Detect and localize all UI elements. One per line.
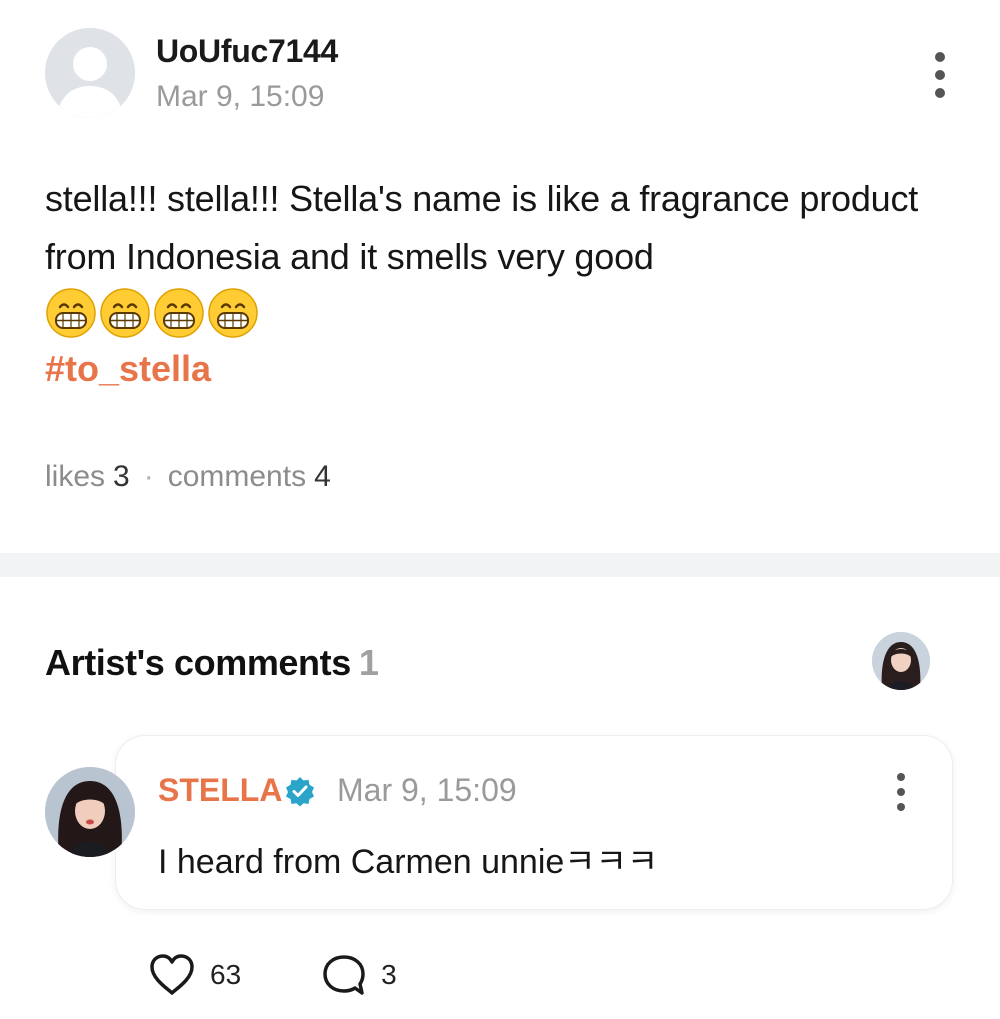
comments-count[interactable]: 4 — [314, 460, 331, 494]
dot — [935, 88, 945, 98]
like-count: 63 — [210, 959, 242, 990]
like-button[interactable]: 63 — [148, 953, 241, 997]
emoji-row — [45, 287, 259, 341]
post-header: UoUfuc7144 Mar 9, 15:09 — [0, 0, 1000, 140]
dot — [897, 788, 905, 796]
artist-avatar-thumbnail[interactable] — [872, 632, 930, 690]
grinning-face-icon — [154, 288, 204, 338]
comment-actions: 63 3 — [148, 950, 397, 1000]
dot — [897, 803, 905, 811]
section-divider — [0, 553, 1000, 577]
reply-button[interactable]: 3 — [321, 953, 397, 997]
artist-comments-title: Artist's comments — [45, 642, 351, 683]
comment-author-name[interactable]: STELLA — [158, 772, 282, 809]
hashtag-link[interactable]: #to_stella — [45, 348, 211, 390]
verified-badge-icon — [286, 777, 314, 807]
likes-label[interactable]: likes — [45, 460, 105, 494]
artist-comments-heading: Artist's comments 1 — [45, 642, 379, 684]
post-stats: likes 3 · comments 4 — [45, 460, 331, 494]
grinning-face-icon — [100, 288, 150, 338]
comment-more-options-icon[interactable] — [888, 773, 914, 811]
reply-count: 3 — [381, 959, 397, 990]
dot — [935, 70, 945, 80]
artist-portrait-icon — [45, 767, 135, 857]
artist-portrait-icon — [872, 632, 930, 690]
post-body-text: stella!!! stella!!! Stella's name is lik… — [45, 178, 919, 277]
stats-separator: · — [143, 460, 154, 493]
comment-bubble-icon — [323, 955, 365, 995]
default-user-icon — [45, 28, 135, 118]
comment-text: I heard from Carmen unnieㅋㅋㅋ — [158, 843, 659, 881]
likes-count[interactable]: 3 — [113, 460, 130, 494]
user-avatar[interactable] — [45, 28, 135, 118]
post-username[interactable]: UoUfuc7144 — [156, 33, 338, 70]
comment-author-avatar[interactable] — [45, 767, 135, 857]
artist-comment-card: STELLA Mar 9, 15:09 I heard from Carmen … — [115, 735, 953, 910]
post-more-options-icon[interactable] — [925, 52, 955, 98]
heart-icon — [150, 954, 194, 995]
grinning-face-icon — [46, 288, 96, 338]
grinning-face-icon — [208, 288, 258, 338]
comments-label[interactable]: comments — [168, 460, 306, 494]
dot — [897, 773, 905, 781]
comment-timestamp: Mar 9, 15:09 — [337, 772, 517, 808]
post-timestamp: Mar 9, 15:09 — [156, 80, 325, 113]
dot — [935, 52, 945, 62]
artist-comments-count: 1 — [358, 642, 379, 683]
